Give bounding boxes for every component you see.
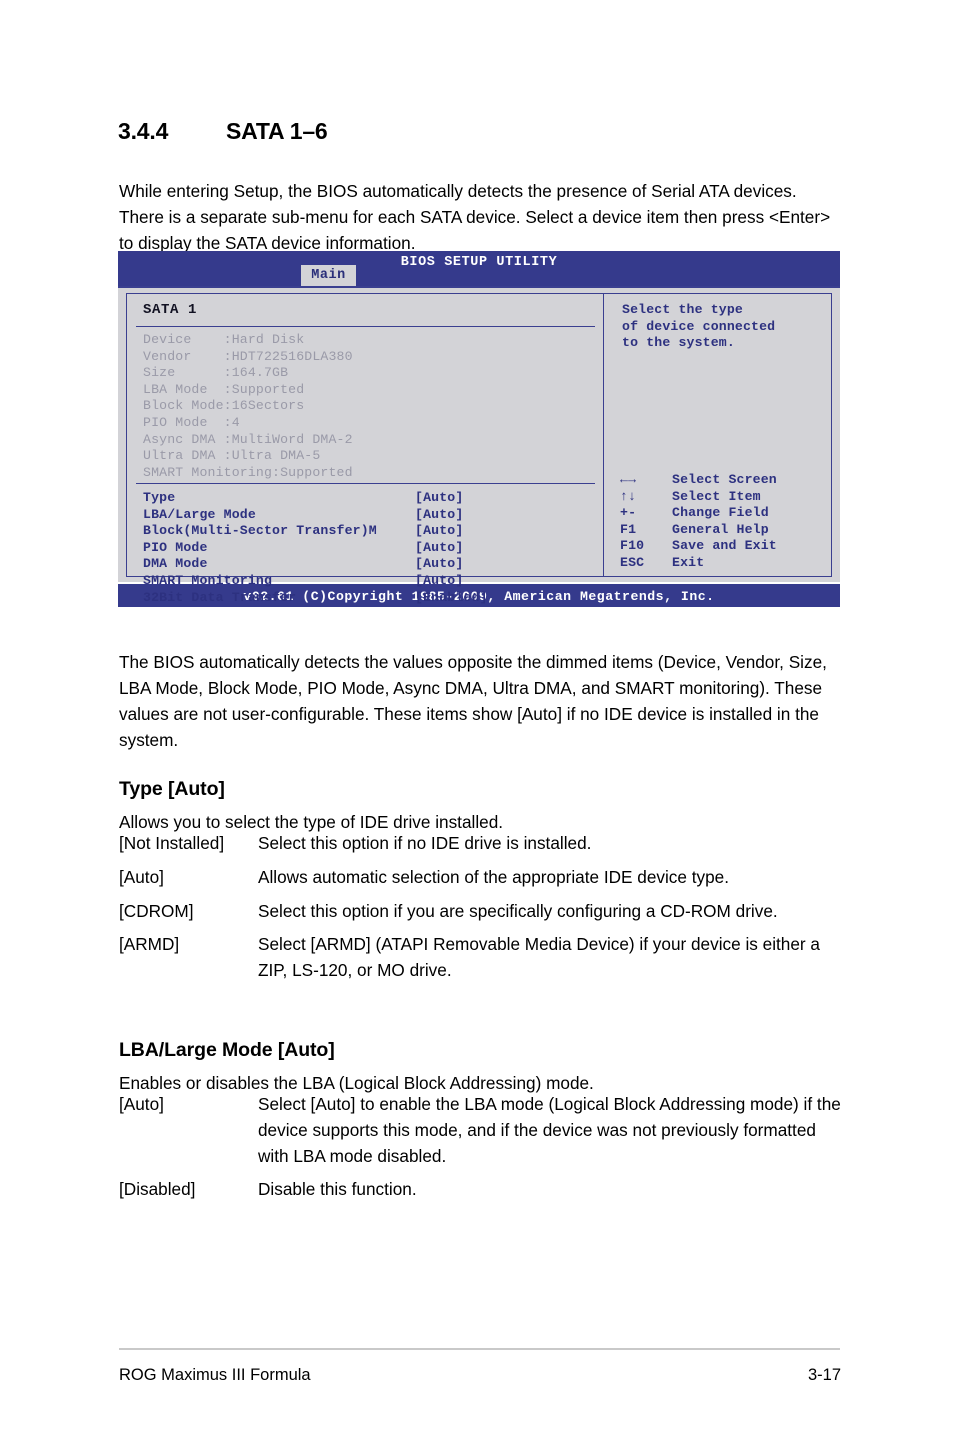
key-legend-description: Change Field <box>672 505 769 521</box>
config-item-label: Type <box>143 490 176 505</box>
divider-middle <box>136 483 595 484</box>
intro-paragraph: While entering Setup, the BIOS automatic… <box>119 181 831 253</box>
detected-info-row: Block Mode:16Sectors <box>143 398 305 414</box>
type-options-list: [Not Installed] Select this option if no … <box>119 831 841 992</box>
heading-lba-large-mode: LBA/Large Mode [Auto] <box>119 1038 335 1061</box>
document-page: 3.4.4 SATA 1–6 While entering Setup, the… <box>0 0 954 1438</box>
option-row: [ARMD] Select [ARMD] (ATAPI Removable Med… <box>119 932 841 984</box>
option-description: Disable this function. <box>258 1179 417 1200</box>
config-item-value[interactable]: [Auto] <box>415 490 463 507</box>
lba-options-list: [Auto] Select [Auto] to enable the LBA mo… <box>119 1092 841 1211</box>
help-description: Select the type of device connected to t… <box>622 302 776 351</box>
option-row: [Disabled] Disable this function. <box>119 1177 841 1203</box>
detected-info-row: PIO Mode :4 <box>143 414 240 430</box>
key-legend-key: +- <box>620 505 637 521</box>
option-row: [Auto] Select [Auto] to enable the LBA mo… <box>119 1092 841 1169</box>
config-item-label: DMA Mode <box>143 556 208 572</box>
config-item[interactable]: SMART Monitoring [Auto] <box>143 573 595 590</box>
option-term: [Auto] <box>119 866 164 887</box>
config-item[interactable]: DMA Mode [Auto] <box>143 556 595 573</box>
option-description: Allows automatic selection of the approp… <box>258 866 729 887</box>
option-row: [Auto] Allows automatic selection of the … <box>119 865 841 891</box>
config-item[interactable]: LBA/Large Mode [Auto] <box>143 507 595 524</box>
bios-header-bar: BIOS SETUP UTILITY Main <box>118 251 840 286</box>
option-row: [Not Installed] Select this option if no … <box>119 831 841 857</box>
key-legend-key: F10 <box>620 538 645 554</box>
config-item-label: SMART Monitoring <box>143 572 273 588</box>
config-item-value[interactable]: [Enabled] <box>415 590 488 607</box>
bios-setup-screenshot: BIOS SETUP UTILITY Main SATA 1 Device :H… <box>118 251 840 607</box>
option-term: [Auto] <box>119 1094 164 1114</box>
config-item-value[interactable]: [Auto] <box>415 523 463 540</box>
key-legend-description: Select Item <box>672 488 761 504</box>
config-item-label: Block(Multi-Sector Transfer)M <box>143 523 377 539</box>
key-legend-key: ESC <box>620 554 645 570</box>
detected-info-row: Ultra DMA :Ultra DMA-5 <box>143 448 321 464</box>
config-item[interactable]: Type [Auto] <box>143 490 595 507</box>
option-term: [Disabled] <box>119 1179 196 1200</box>
config-item[interactable]: PIO Mode [Auto] <box>143 540 595 557</box>
key-legend-description: Select Screen <box>672 472 777 487</box>
config-item[interactable]: 32Bit Data Transfer [Enabled] <box>143 590 595 607</box>
panel-heading-sata1: SATA 1 <box>143 302 198 318</box>
bios-inner-frame: SATA 1 Device :Hard Disk Vendor :HDT72251… <box>126 293 832 605</box>
bios-help-panel: Select the type of device connected to t… <box>605 294 831 576</box>
section-heading: 3.4.4 SATA 1–6 <box>118 118 328 145</box>
section-title: SATA 1–6 <box>226 118 328 144</box>
config-item[interactable]: Block(Multi-Sector Transfer)M [Auto] <box>143 523 595 540</box>
detected-info-row: Size :164.7GB <box>143 365 289 381</box>
config-items-list: Type [Auto] LBA/Large Mode [Auto] Block(Mult… <box>143 490 595 606</box>
config-item-label: PIO Mode <box>143 539 208 555</box>
bios-body: SATA 1 Device :Hard Disk Vendor :HDT72251… <box>118 286 840 605</box>
detected-info-list: Device :Hard Disk Vendor :HDT722516DLA380… <box>143 332 353 481</box>
footer-page-number: 3-17 <box>807 1366 841 1384</box>
bios-utility-title: BIOS SETUP UTILITY <box>400 255 558 270</box>
config-item-value[interactable]: [Auto] <box>415 573 463 590</box>
key-legend-key: F1 <box>620 521 637 537</box>
detected-info-row: LBA Mode :Supported <box>143 381 305 397</box>
key-legend-key: ↑↓ <box>620 488 637 504</box>
divider-top <box>136 326 595 327</box>
config-item-value[interactable]: [Auto] <box>415 540 463 557</box>
option-term: [Not Installed] <box>119 833 225 853</box>
heading-type-auto: Type [Auto] <box>119 777 225 800</box>
footer-rule <box>119 1348 840 1350</box>
tab-main[interactable]: Main <box>301 265 356 286</box>
detected-info-row: Async DMA :MultiWord DMA-2 <box>143 431 353 447</box>
section-number: 3.4.4 <box>118 118 169 144</box>
key-legend-key: ←→ <box>620 472 637 487</box>
config-item-value[interactable]: [Auto] <box>415 507 463 524</box>
detected-info-row: Device :Hard Disk <box>143 332 305 347</box>
option-row: [CDROM] Select this option if you are spe… <box>119 899 841 925</box>
option-description: Select this option if no IDE drive is in… <box>258 833 592 853</box>
bios-main-panel: SATA 1 Device :Hard Disk Vendor :HDT72251… <box>127 294 604 605</box>
option-term: [ARMD] <box>119 934 180 955</box>
detected-info-row: SMART Monitoring:Supported <box>143 464 353 480</box>
post-screenshot-paragraph: The BIOS automatically detects the value… <box>119 652 827 750</box>
key-legend-description: Save and Exit <box>672 538 777 554</box>
option-description: Select this option if you are specifical… <box>258 900 778 921</box>
option-description: Select [Auto] to enable the LBA mode (Lo… <box>258 1094 841 1166</box>
key-legend-description: Exit <box>672 554 705 570</box>
config-item-label: LBA/Large Mode <box>143 506 256 522</box>
footer-product-name: ROG Maximus III Formula <box>119 1366 311 1384</box>
option-term: [CDROM] <box>119 900 194 921</box>
option-description: Select [ARMD] (ATAPI Removable Media Dev… <box>258 934 820 981</box>
config-item-value[interactable]: [Auto] <box>415 556 463 573</box>
detected-info-row: Vendor :HDT722516DLA380 <box>143 348 353 364</box>
key-legend-description: General Help <box>672 521 769 537</box>
config-item-label: 32Bit Data Transfer <box>143 589 297 605</box>
